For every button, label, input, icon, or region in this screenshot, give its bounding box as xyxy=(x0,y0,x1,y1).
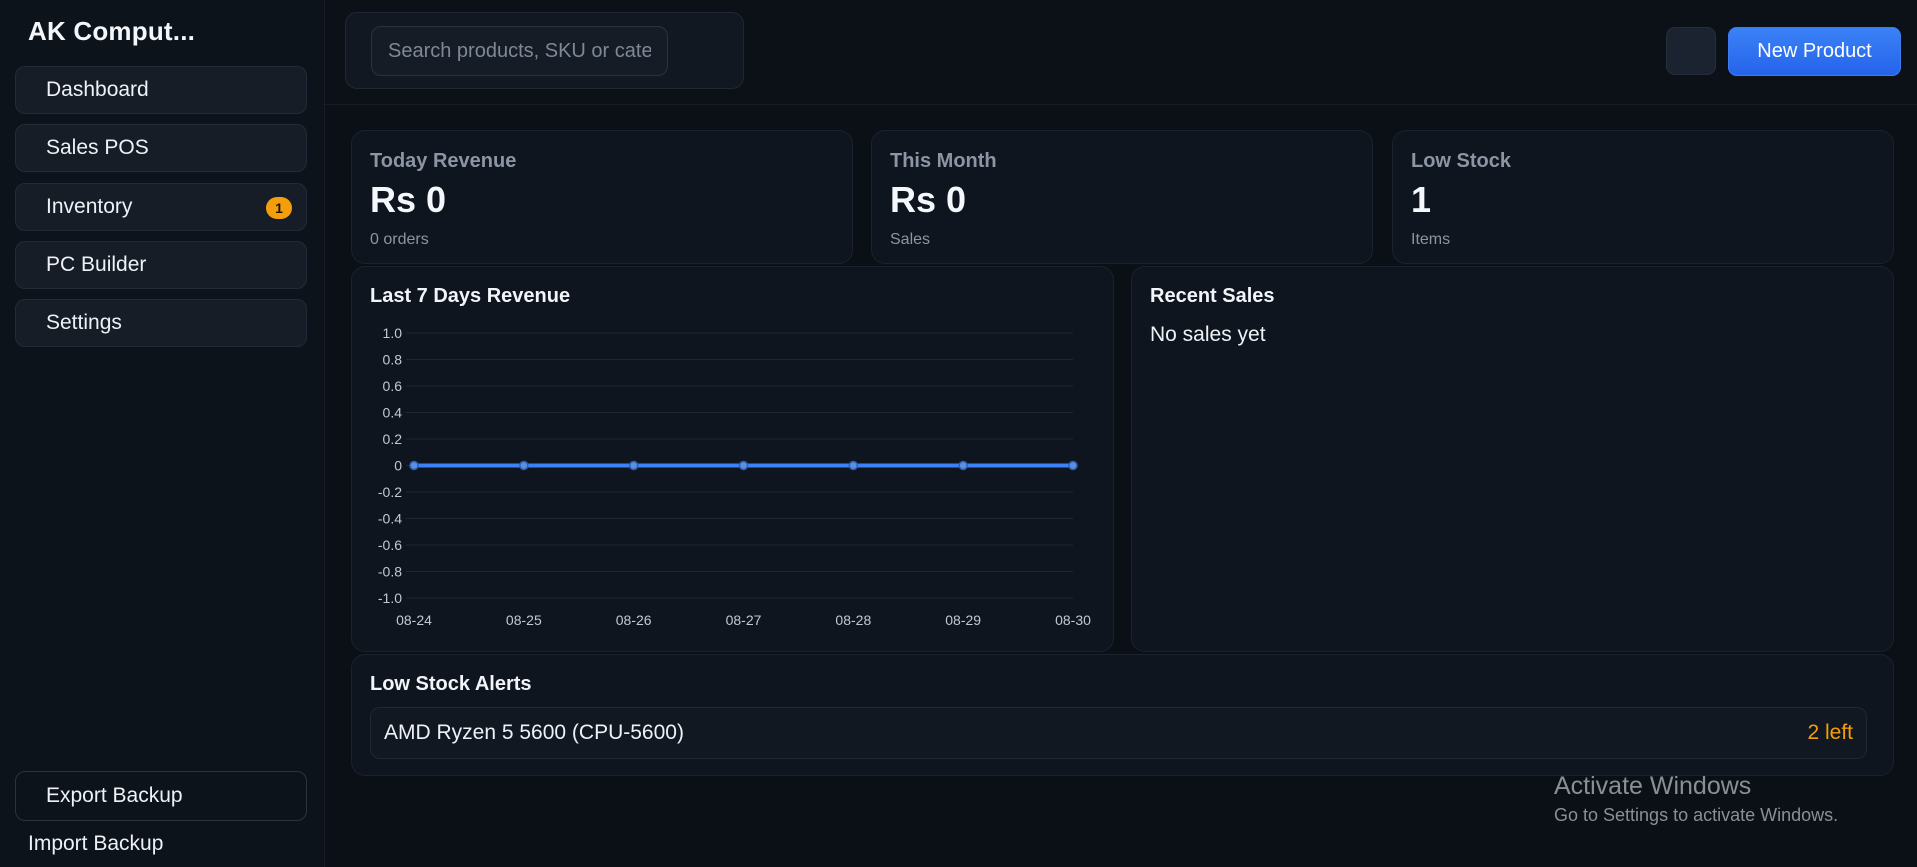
sidebar-item-label: Inventory xyxy=(46,195,133,218)
card-title: Low Stock Alerts xyxy=(370,673,532,695)
data-point xyxy=(848,460,859,471)
stat-card-today-revenue: Today Revenue Rs 0 0 orders xyxy=(351,130,853,264)
sidebar-item-label: Dashboard xyxy=(46,78,149,101)
data-point xyxy=(628,460,639,471)
new-product-button[interactable]: New Product xyxy=(1728,27,1901,76)
activation-watermark-subtitle: Go to Settings to activate Windows. xyxy=(1554,805,1839,825)
low-stock-alerts-card: Low Stock Alerts AMD Ryzen 5 5600 (CPU-5… xyxy=(351,654,1894,776)
y-tick-label: -0.6 xyxy=(378,537,402,553)
x-tick-label: 08-25 xyxy=(506,612,542,628)
stat-subtitle: Items xyxy=(1411,231,1451,248)
stat-subtitle: 0 orders xyxy=(370,231,429,248)
sidebar-item-inventory[interactable]: Inventory 1 xyxy=(15,183,307,231)
stat-value: Rs 0 xyxy=(890,179,967,220)
y-tick-label: 0.4 xyxy=(383,405,403,421)
x-tick-label: 08-28 xyxy=(835,612,871,628)
sidebar: AK Comput... Dashboard Sales POS Invento… xyxy=(0,0,325,867)
data-point xyxy=(1068,460,1078,471)
y-tick-label: -0.4 xyxy=(378,511,402,527)
export-backup-button[interactable]: Export Backup xyxy=(15,771,307,821)
stat-subtitle: Sales xyxy=(890,231,931,248)
recent-sales-card: Recent Sales No sales yet xyxy=(1131,266,1894,652)
sidebar-item-sales-pos[interactable]: Sales POS xyxy=(15,124,307,172)
stat-card-this-month: This Month Rs 0 Sales xyxy=(871,130,1373,264)
import-backup-button[interactable]: Import Backup xyxy=(28,832,163,856)
x-tick-label: 08-26 xyxy=(616,612,652,628)
search-input[interactable] xyxy=(371,26,668,76)
search-container xyxy=(345,12,744,89)
x-tick-label: 08-24 xyxy=(396,612,432,628)
y-tick-label: 0.6 xyxy=(383,378,403,394)
data-point xyxy=(738,460,749,471)
sidebar-item-settings[interactable]: Settings xyxy=(15,299,307,347)
y-tick-label: 0 xyxy=(394,458,402,474)
theme-toggle-button[interactable] xyxy=(1666,27,1716,75)
y-tick-label: -0.2 xyxy=(378,484,402,500)
stat-label: Low Stock xyxy=(1411,150,1512,172)
data-point xyxy=(409,460,419,471)
data-point xyxy=(958,460,968,471)
stat-value: Rs 0 xyxy=(370,179,447,220)
sidebar-item-dashboard[interactable]: Dashboard xyxy=(15,66,307,114)
product-name: AMD Ryzen 5 5600 (CPU-5600) xyxy=(384,721,684,744)
y-tick-label: -1.0 xyxy=(378,590,402,606)
sidebar-item-label: PC Builder xyxy=(46,253,147,276)
brand-title: AK Comput... xyxy=(28,16,196,46)
sidebar-item-label: Sales POS xyxy=(46,136,149,159)
stat-label: This Month xyxy=(890,150,997,172)
y-tick-label: 0.2 xyxy=(383,431,403,447)
revenue-chart-card: Last 7 Days Revenue 1.0 0.8 0.6 0.4 0.2 0 -0.2… xyxy=(351,266,1114,652)
x-tick-label: 08-27 xyxy=(726,612,762,628)
y-tick-label: 1.0 xyxy=(383,325,403,341)
stock-quantity: 2 left xyxy=(1807,721,1853,744)
x-tick-label: 08-29 xyxy=(945,612,981,628)
inventory-count-badge: 1 xyxy=(266,197,292,219)
list-item[interactable]: AMD Ryzen 5 5600 (CPU-5600) 2 left xyxy=(370,707,1867,759)
empty-state-text: No sales yet xyxy=(1150,323,1266,346)
y-tick-label: -0.8 xyxy=(378,564,402,580)
activation-watermark-title: Activate Windows xyxy=(1554,772,1752,800)
data-point xyxy=(519,460,529,471)
y-tick-label: 0.8 xyxy=(383,352,403,368)
revenue-line-chart: 1.0 0.8 0.6 0.4 0.2 0 -0.2 -0.4 -0.6 -0.8 -1.0 08-2… xyxy=(378,325,1091,628)
sidebar-item-pc-builder[interactable]: PC Builder xyxy=(15,241,307,289)
card-title: Recent Sales xyxy=(1150,285,1275,307)
stat-value: 1 xyxy=(1411,179,1432,220)
sidebar-item-label: Settings xyxy=(46,311,122,334)
stat-label: Today Revenue xyxy=(370,150,517,172)
stat-card-low-stock: Low Stock 1 Items xyxy=(1392,130,1894,264)
x-tick-label: 08-30 xyxy=(1055,612,1091,628)
